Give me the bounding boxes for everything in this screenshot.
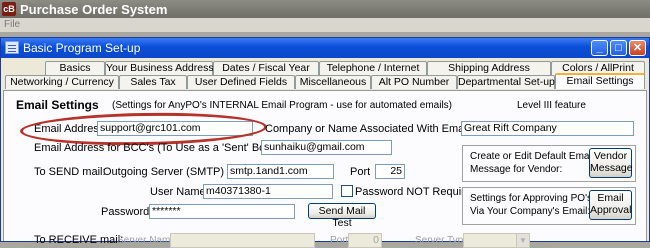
- email-address-label: Email Address: [34, 123, 105, 135]
- tab-miscellaneous[interactable]: Miscellaneous: [295, 75, 371, 89]
- username-input[interactable]: m40371380-1: [203, 184, 333, 199]
- server-name-label: Server Name: [117, 235, 176, 246]
- email-settings-heading: Email Settings: [16, 98, 99, 112]
- email-settings-subheading: (Settings for AnyPO's INTERNAL Email Pro…: [112, 100, 452, 111]
- close-button[interactable]: ✕: [629, 40, 646, 56]
- tab-telephone-internet[interactable]: Telephone / Internet: [319, 61, 427, 75]
- vendor-message-text-1: Create or Edit Default Email: [470, 151, 594, 162]
- approval-text-2: Via Your Company's Email:: [470, 206, 591, 217]
- tab-networking-currency[interactable]: Networking / Currency: [5, 75, 119, 89]
- receive-mail-label: To RECEIVE mail:: [34, 234, 124, 246]
- password-not-required-label: Password NOT Required: [355, 186, 478, 198]
- receive-port-label: Port: [330, 235, 349, 246]
- server-type-label: Server Type: [415, 235, 469, 246]
- tab-alt-po-number[interactable]: Alt PO Number: [371, 75, 457, 89]
- app-title: Purchase Order System: [20, 2, 168, 17]
- menu-file[interactable]: File: [4, 19, 20, 30]
- vendor-message-button[interactable]: Vendor Message: [589, 148, 633, 178]
- tab-business-address[interactable]: Your Business Address: [105, 61, 214, 75]
- smtp-label: Outgoing Server (SMTP): [103, 166, 225, 178]
- receive-port-input[interactable]: 0: [348, 233, 382, 248]
- dialog-title: Basic Program Set-up: [23, 41, 141, 55]
- tab-sales-tax[interactable]: Sales Tax: [119, 75, 187, 89]
- company-email-label: Company or Name Associated With Email: [265, 123, 470, 135]
- password-label: Password: [101, 206, 150, 218]
- tab-dates-fiscal-year[interactable]: Dates / Fiscal Year: [213, 61, 319, 75]
- tab-user-defined-fields[interactable]: User Defined Fields: [187, 75, 295, 89]
- vendor-message-text-2: Message for Vendor:: [470, 164, 563, 175]
- bcc-input[interactable]: sunhaiku@gmail.com: [261, 140, 392, 155]
- server-type-select[interactable]: ▼: [463, 233, 530, 248]
- send-mail-test-button[interactable]: Send Mail Test: [308, 203, 376, 229]
- email-approval-button-line-2: Approval: [590, 204, 632, 216]
- tab-shipping-address[interactable]: Shipping Address: [427, 61, 551, 75]
- port-input[interactable]: 25: [375, 164, 405, 179]
- app-titlebar: cB Purchase Order System: [0, 0, 650, 18]
- feature-level-label: Level III feature: [517, 100, 586, 111]
- smtp-input[interactable]: smtp.1and1.com: [227, 164, 334, 179]
- approval-text-1: Settings for Approving PO's: [470, 193, 592, 204]
- tab-departmental-setup[interactable]: Departmental Set-up: [457, 75, 555, 89]
- app-menubar: File: [0, 18, 650, 32]
- dialog-titlebar[interactable]: Basic Program Set-up _ □ ✕: [1, 38, 649, 58]
- password-not-required-checkbox[interactable]: [341, 185, 353, 197]
- email-approval-button-line-1: Email: [597, 192, 624, 204]
- chevron-down-icon[interactable]: ▼: [516, 234, 529, 247]
- dialog-window-icon: [5, 41, 19, 54]
- vendor-message-button-line-2: Message: [590, 162, 633, 174]
- username-label: User Name: [150, 186, 206, 198]
- tab-email-settings[interactable]: Email Settings: [555, 73, 645, 89]
- send-mail-label: To SEND mail:: [34, 166, 106, 178]
- bcc-label: Email Address for BCC's (To Use as a 'Se…: [34, 142, 275, 154]
- port-label: Port: [350, 166, 371, 178]
- app-logo-icon: cB: [2, 2, 16, 16]
- maximize-button[interactable]: □: [610, 40, 627, 56]
- email-address-input[interactable]: support@grc101.com: [97, 121, 253, 136]
- password-input[interactable]: *******: [149, 204, 295, 219]
- minimize-button[interactable]: _: [591, 40, 608, 56]
- company-email-input[interactable]: Great Rift Company: [461, 121, 634, 136]
- tab-basics[interactable]: Basics: [45, 61, 105, 75]
- server-name-input[interactable]: [170, 233, 315, 248]
- vendor-message-button-line-1: Vendor: [593, 150, 628, 162]
- email-approval-button[interactable]: Email Approval: [589, 190, 632, 220]
